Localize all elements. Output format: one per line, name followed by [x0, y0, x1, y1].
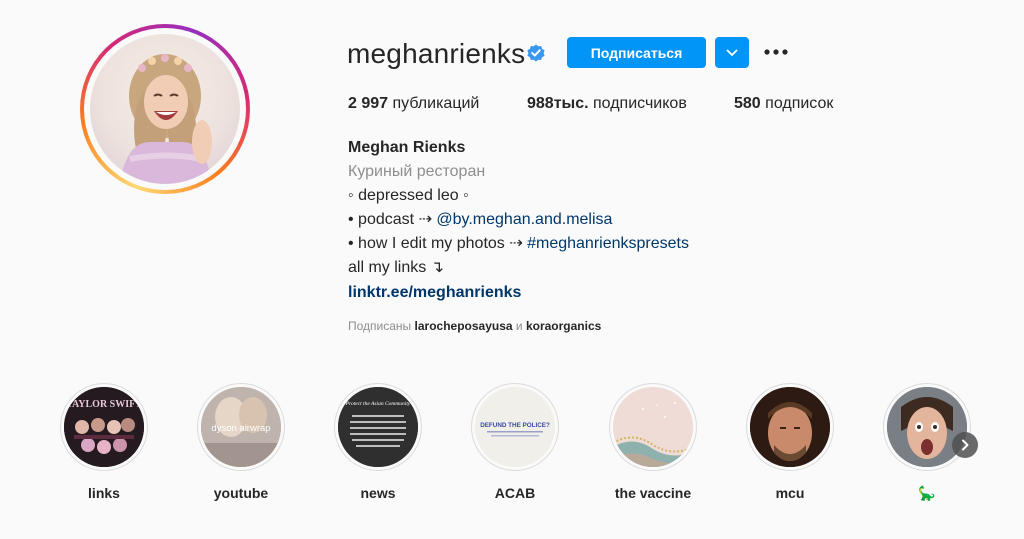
highlight-cover: Protect the Asian Community: [338, 387, 418, 467]
highlight-label: links: [88, 485, 120, 501]
avatar-photo: [90, 34, 240, 184]
highlight-cover-text: dyson airwrap: [211, 423, 270, 434]
highlight-cover: TAYLOR SWIFT: [64, 387, 144, 467]
highlight-cover-ring: [609, 383, 697, 471]
highlight-cover: [613, 387, 693, 467]
highlight-cover-ring: DEFUND THE POLICE?: [471, 383, 559, 471]
profile-avatar[interactable]: [80, 24, 250, 194]
highlight-label: youtube: [213, 485, 269, 501]
bio-mention-link[interactable]: @by.meghan.and.melisa: [436, 211, 612, 228]
highlight-cover: dyson airwrap: [201, 387, 281, 467]
highlight-mcu[interactable]: mcu: [745, 383, 835, 501]
followers-count-value: 988тыс.: [527, 95, 589, 112]
chevron-down-icon: [726, 49, 738, 56]
bio-external-link[interactable]: linktr.ee/meghanrienks: [348, 283, 521, 303]
bio-line-2: • podcast ⇢ @by.meghan.and.melisa: [348, 210, 612, 230]
followed-by-account-2[interactable]: koraorganics: [526, 319, 601, 333]
chevron-right-icon: [962, 439, 969, 451]
highlight-label: 🦕: [918, 485, 936, 501]
highlight-acab[interactable]: DEFUND THE POLICE? ACAB: [470, 383, 560, 501]
highlight-cover-ring: [883, 383, 971, 471]
suggested-accounts-button[interactable]: [715, 37, 749, 68]
posts-count-value: 2 997: [348, 95, 389, 112]
followers-count[interactable]: 988тыс. подписчиков: [527, 94, 687, 114]
bio-full-name: Meghan Rienks: [348, 139, 466, 156]
highlight-links[interactable]: TAYLOR SWIFT links: [59, 383, 149, 501]
highlights-next-button[interactable]: [952, 432, 978, 458]
highlight-cover: [750, 387, 830, 467]
profile-username: meghanrienks: [347, 38, 526, 69]
highlight-label: the vaccine: [614, 485, 692, 501]
highlight-label: mcu: [775, 485, 805, 501]
following-count[interactable]: 580 подписок: [734, 94, 833, 114]
followed-by-label: Подписаны: [348, 319, 412, 333]
highlight-label: news: [360, 485, 396, 501]
followed-by-account-1[interactable]: larocheposayusa: [415, 319, 513, 333]
bio-line-3: • how I edit my photos ⇢ #meghanrienkspr…: [348, 234, 689, 254]
bio-line-1: ◦ depressed leo ◦: [348, 187, 469, 204]
highlight-the-vaccine[interactable]: the vaccine: [608, 383, 698, 501]
bio-line-3-text: • how I edit my photos ⇢: [348, 235, 528, 252]
highlight-cover-text: Protect the Asian Community: [345, 401, 411, 407]
highlight-cover-text: DEFUND THE POLICE?: [480, 422, 550, 429]
highlight-cover: DEFUND THE POLICE?: [475, 387, 555, 467]
bio-line-2-text: • podcast ⇢: [348, 211, 437, 228]
highlight-dinosaur[interactable]: 🦕: [882, 383, 972, 501]
highlight-cover-ring: dyson airwrap: [197, 383, 285, 471]
posts-count-label: публикаций: [392, 95, 480, 112]
following-count-label: подписок: [765, 95, 834, 112]
more-options-icon[interactable]: [762, 43, 790, 61]
highlight-cover-ring: Protect the Asian Community: [334, 383, 422, 471]
bio-category: Куриный ресторан: [348, 163, 486, 180]
highlight-cover: [887, 387, 967, 467]
followers-count-label: подписчиков: [593, 95, 687, 112]
following-count-value: 580: [734, 95, 761, 112]
highlight-youtube[interactable]: dyson airwrap youtube: [196, 383, 286, 501]
follow-button[interactable]: Подписаться: [567, 37, 706, 68]
verified-badge-icon: [527, 44, 545, 62]
followed-by-conjunction: и: [515, 319, 523, 333]
followed-by: Подписаны larocheposayusa и koraorganics: [348, 319, 601, 333]
posts-count: 2 997 публикаций: [348, 94, 479, 114]
highlight-cover-ring: [746, 383, 834, 471]
highlight-cover-ring: TAYLOR SWIFT: [60, 383, 148, 471]
highlight-cover-text: TAYLOR SWIFT: [66, 399, 142, 410]
highlight-news[interactable]: Protect the Asian Community news: [333, 383, 423, 501]
bio-hashtag-link[interactable]: #meghanrienkspresets: [527, 235, 689, 252]
highlight-label: ACAB: [494, 485, 536, 501]
bio-line-4: all my links ↴: [348, 259, 445, 276]
